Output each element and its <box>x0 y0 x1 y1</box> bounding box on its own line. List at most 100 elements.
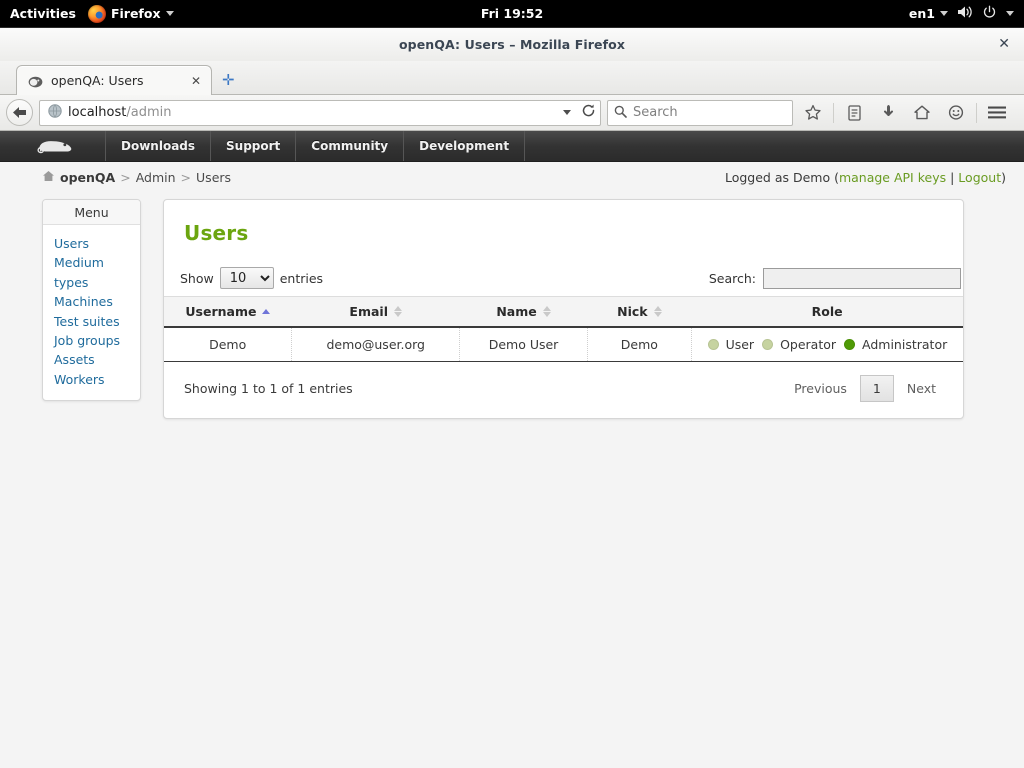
window-close-button[interactable]: ✕ <box>998 37 1010 51</box>
sidebar-item-users[interactable]: Users <box>54 234 140 253</box>
browser-tab[interactable]: openQA: Users ✕ <box>16 65 212 95</box>
search-bar[interactable]: Search <box>607 99 793 126</box>
cell-username: Demo <box>164 327 293 362</box>
url-bar[interactable]: localhost/admin <box>39 99 601 126</box>
activities-button[interactable]: Activities <box>0 6 88 21</box>
users-table: Username Email Name Nick Role Demo demo@… <box>164 296 963 362</box>
cell-email: demo@user.org <box>291 327 461 362</box>
pagination-next[interactable]: Next <box>894 375 949 402</box>
navbar-link-support[interactable]: Support <box>211 131 297 161</box>
role-label-user: User <box>725 337 755 352</box>
sort-toggle-icon <box>542 306 551 317</box>
pagination-previous[interactable]: Previous <box>781 375 860 402</box>
sidebar-item-job-groups[interactable]: Job groups <box>54 331 140 350</box>
role-option-user[interactable]: User <box>707 337 755 352</box>
window-title: openQA: Users – Mozilla Firefox <box>398 36 626 52</box>
tab-close-icon[interactable]: ✕ <box>189 75 203 87</box>
pagination-page-1[interactable]: 1 <box>859 375 894 402</box>
sidebar-item-workers[interactable]: Workers <box>54 370 140 389</box>
home-icon[interactable] <box>42 170 55 185</box>
system-tray: en1 <box>909 5 1024 23</box>
search-input[interactable] <box>763 267 961 289</box>
app-menu-label: Firefox <box>110 6 161 21</box>
sidebar-item-medium-types[interactable]: Medium types <box>54 253 140 292</box>
column-header-role[interactable]: Role <box>691 296 963 328</box>
search-input[interactable]: Search <box>633 105 678 120</box>
logout-link[interactable]: Logout <box>958 170 1001 185</box>
session-suffix: ) <box>1001 170 1006 185</box>
breadcrumb-item-openqa[interactable]: openQA <box>60 170 115 185</box>
column-header-email[interactable]: Email <box>291 296 460 328</box>
column-label-email: Email <box>349 304 388 319</box>
cell-nick: Demo <box>587 327 692 362</box>
sort-toggle-icon <box>653 306 662 317</box>
show-label: Show <box>180 270 214 286</box>
chevron-down-icon <box>940 11 948 16</box>
role-label-administrator: Administrator <box>862 337 948 352</box>
bookmark-star-icon[interactable] <box>799 99 827 127</box>
chat-icon[interactable] <box>942 99 970 127</box>
app-menu-button[interactable]: Firefox <box>87 4 174 23</box>
cell-name: Demo User <box>459 327 588 362</box>
url-history-chevron-down-icon[interactable] <box>563 110 571 115</box>
search-label: Search: <box>708 270 756 286</box>
column-label-name: Name <box>496 304 537 319</box>
url-text: localhost/admin <box>68 105 557 120</box>
entries-per-page-select[interactable]: 102550100 <box>219 267 274 289</box>
table-header-row: Username Email Name Nick Role <box>164 296 963 328</box>
home-icon[interactable] <box>908 99 936 127</box>
breadcrumb-separator: > <box>120 170 131 185</box>
datatable-length-control: Show 102550100 entries <box>180 267 323 289</box>
system-menu-chevron-down-icon[interactable] <box>1006 11 1014 16</box>
datatable-controls: Show 102550100 entries Search: <box>164 245 963 296</box>
opensuse-geeko-logo[interactable] <box>0 131 106 161</box>
sidebar: Menu Users Medium types Machines Test su… <box>42 199 141 402</box>
menu-hamburger-icon[interactable] <box>983 99 1011 127</box>
cell-role: User Operator Administrator <box>691 327 963 362</box>
radio-icon-selected[interactable] <box>844 339 856 350</box>
firefox-logo-icon <box>87 4 106 23</box>
role-option-operator[interactable]: Operator <box>762 337 836 352</box>
table-body: Demo demo@user.org Demo User Demo User O… <box>164 327 963 362</box>
keyboard-layout-button[interactable]: en1 <box>909 6 948 21</box>
navbar-link-community[interactable]: Community <box>296 131 405 161</box>
power-icon[interactable] <box>982 5 997 23</box>
sidebar-item-test-suites[interactable]: Test suites <box>54 312 140 331</box>
radio-icon[interactable] <box>762 339 774 350</box>
table-row[interactable]: Demo demo@user.org Demo User Demo User O… <box>164 327 963 362</box>
entries-label: entries <box>279 270 324 286</box>
datatable-footer: Showing 1 to 1 of 1 entries Previous 1 N… <box>164 362 963 418</box>
column-header-name[interactable]: Name <box>459 296 588 328</box>
breadcrumb-item-admin[interactable]: Admin <box>136 170 176 185</box>
keyboard-layout-label: en1 <box>908 6 935 21</box>
new-tab-button[interactable]: ✛ <box>222 73 235 88</box>
firefox-window: openQA: Users – Mozilla Firefox ✕ openQA… <box>0 27 1024 768</box>
datatable-info: Showing 1 to 1 of 1 entries <box>184 381 353 396</box>
session-divider: | <box>946 170 959 185</box>
globe-icon <box>48 103 62 122</box>
content-area: Menu Users Medium types Machines Test su… <box>0 193 1024 419</box>
sidebar-list: Users Medium types Machines Test suites … <box>43 225 140 400</box>
navbar-link-downloads[interactable]: Downloads <box>106 131 212 161</box>
url-path: /admin <box>126 105 172 120</box>
column-header-username[interactable]: Username <box>164 296 292 328</box>
sidebar-item-machines[interactable]: Machines <box>54 292 140 311</box>
back-button[interactable] <box>6 99 33 126</box>
column-header-nick[interactable]: Nick <box>587 296 692 328</box>
reader-list-icon[interactable] <box>840 99 868 127</box>
sidebar-item-assets[interactable]: Assets <box>54 350 140 369</box>
downloads-icon[interactable] <box>874 99 902 127</box>
geeko-favicon-icon <box>28 74 43 88</box>
session-info: Logged as Demo (manage API keys | Logout… <box>725 170 1006 185</box>
page-title: Users <box>184 221 249 245</box>
page-viewport: Downloads Support Community Development … <box>0 131 1024 768</box>
manage-api-keys-link[interactable]: manage API keys <box>839 170 946 185</box>
gnome-top-bar: Activities Firefox Fri 19:52 en1 <box>0 0 1024 27</box>
radio-icon[interactable] <box>707 339 719 350</box>
role-option-administrator[interactable]: Administrator <box>844 337 947 352</box>
reload-icon[interactable] <box>581 103 596 122</box>
navbar-link-development[interactable]: Development <box>404 131 526 161</box>
role-radio-group: User Operator Administrator <box>696 337 959 352</box>
column-label-role: Role <box>811 304 843 319</box>
volume-icon[interactable] <box>957 5 973 22</box>
